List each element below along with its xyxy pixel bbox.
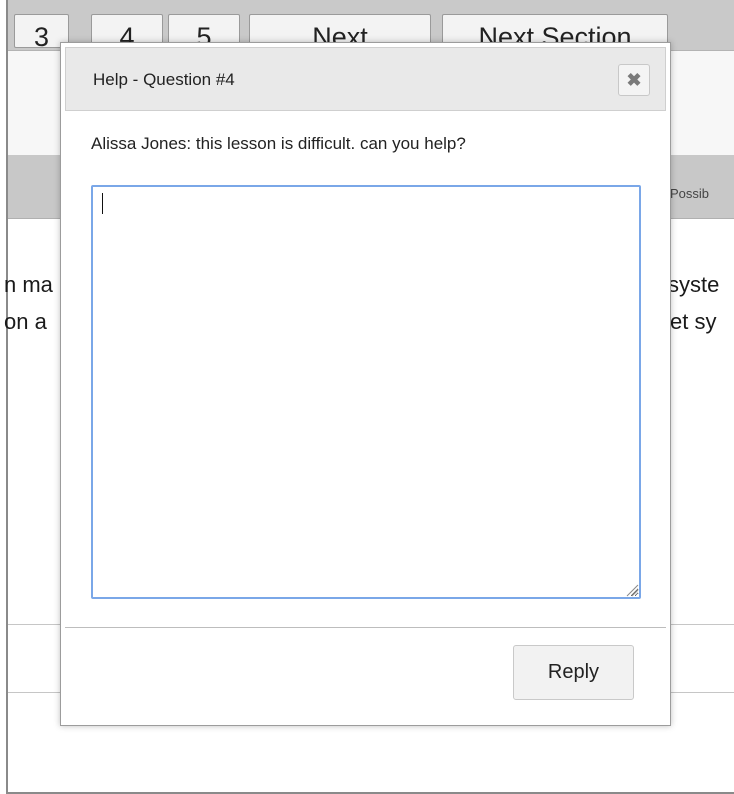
- help-dialog: Help - Question #4 ✖ Alissa Jones: this …: [60, 42, 671, 726]
- close-icon[interactable]: ✖: [618, 64, 650, 96]
- question-text-left-2: on a: [4, 309, 47, 334]
- dialog-header: Help - Question #4 ✖: [65, 47, 666, 111]
- reply-textarea[interactable]: [91, 185, 641, 599]
- reply-button[interactable]: Reply: [513, 645, 634, 700]
- question-text-left-1: n ma: [4, 272, 53, 297]
- dialog-footer-divider: [65, 627, 666, 628]
- question-text-right-2: et sy: [670, 309, 717, 334]
- dialog-title: Help - Question #4: [93, 70, 235, 89]
- help-message: Alissa Jones: this lesson is difficult. …: [91, 134, 466, 153]
- question-text-right-1: syste: [668, 272, 720, 297]
- points-possible-header: Possib: [670, 186, 710, 201]
- text-caret: [102, 193, 103, 214]
